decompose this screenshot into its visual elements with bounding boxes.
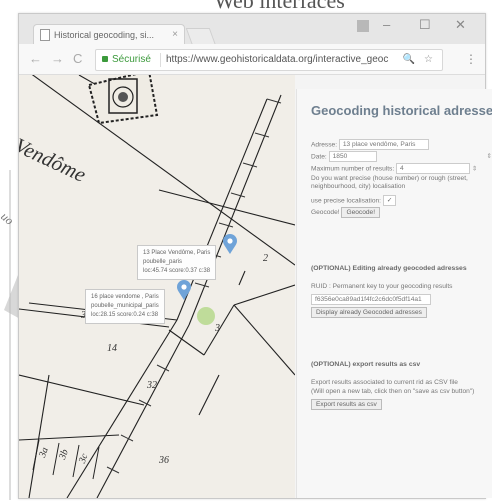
parcel-label: 36 [159, 455, 169, 466]
export-text: (Will open a new tab, click then on "sav… [311, 388, 475, 395]
browser-window: Historical geocoding, si... × – ☐ ✕ ← → … [18, 13, 492, 499]
export-text: Export results associated to current rid… [311, 379, 458, 386]
date-label: Date: [311, 153, 327, 161]
ruid-input[interactable]: f6356e0ca89ad1f4fc2c6dc0f5df14a1 [311, 294, 431, 305]
export-section-title: (OPTIONAL) export results as csv [311, 361, 421, 368]
secure-label: Sécurisé [112, 54, 151, 65]
side-label: uo [0, 209, 16, 227]
divider [160, 53, 161, 67]
page-heading: Web interfaces [214, 0, 345, 13]
ruid-label: RUID : Permanent key to your geocoding r… [311, 283, 453, 290]
lock-icon [102, 56, 108, 62]
back-icon[interactable]: ← [29, 51, 42, 66]
popup-line: poubelle_municipal_paris [91, 303, 159, 309]
display-geocoded-button[interactable]: Display already Geocoded adresses [311, 307, 427, 318]
address-label: Adresse: [311, 141, 338, 149]
precise-label: use precise localisation: [311, 197, 382, 205]
result-popup[interactable]: 16 place vendome , Paris poubelle_munici… [85, 289, 165, 324]
parcel-label: 32 [147, 380, 157, 391]
popup-line: loc:45.74 score:0.37 c:38 [143, 268, 211, 274]
browser-toolbar: ← → C Sécurisé https://www.geohistorical… [19, 44, 485, 75]
close-tab-icon[interactable]: × [172, 25, 178, 45]
page-icon [40, 29, 50, 41]
minimize-icon[interactable]: – [383, 17, 390, 32]
max-results-input[interactable]: 4 [396, 163, 471, 174]
result-popup[interactable]: 13 Place Vendôme, Paris poubelle_paris l… [137, 245, 217, 280]
export-csv-button[interactable]: Export results as csv [311, 399, 382, 410]
date-spinner-icon[interactable]: ⇕ [486, 153, 492, 160]
panel-title: Geocoding historical adresses [311, 103, 492, 118]
page-content: Vendôme 32 31 3 2 3a 3b 14 3c 36 13 Plac… [19, 75, 492, 498]
map-drawing [19, 75, 295, 498]
popup-line: 13 Place Vendôme, Paris [143, 250, 211, 256]
popup-line: 16 place vendome , Paris [91, 294, 159, 300]
close-window-icon[interactable]: ✕ [455, 17, 466, 33]
historical-map[interactable]: Vendôme 32 31 3 2 3a 3b 14 3c 36 13 Plac… [19, 75, 295, 498]
geocode-label: Geocode! [311, 209, 340, 216]
max-results-label: Maximum number of results: [311, 165, 395, 173]
precise-question: Do you want precise (house number) or ro… [311, 175, 468, 190]
reload-icon[interactable]: C [73, 51, 82, 66]
date-input[interactable]: 1850 [328, 151, 377, 162]
omnibox-icons[interactable]: 🔍 ☆ [403, 50, 436, 70]
precise-checkbox[interactable]: ✓ [382, 195, 396, 206]
geocode-button[interactable]: Geocode! [341, 207, 381, 218]
forward-icon[interactable]: → [51, 51, 64, 66]
address-bar[interactable]: Sécurisé https://www.geohistoricaldata.o… [95, 49, 443, 71]
popup-line: poubelle_paris [143, 259, 183, 265]
parcel-label: 3 [215, 323, 220, 334]
address-input[interactable]: 13 place vendôme, Paris [338, 139, 429, 150]
url-text[interactable]: https://www.geohistoricaldata.org/intera… [166, 50, 388, 70]
result-circle[interactable] [197, 307, 215, 325]
maximize-icon[interactable]: ☐ [419, 17, 431, 33]
menu-icon[interactable]: ⋮ [465, 52, 477, 66]
user-icon[interactable] [357, 20, 369, 32]
tab-title: Historical geocoding, si... [54, 30, 155, 40]
parcel-label: 2 [263, 253, 268, 264]
edit-section-title: (OPTIONAL) Editing already geocoded adre… [311, 265, 467, 272]
geocoding-panel: Geocoding historical adresses Adresse: 1… [296, 89, 492, 498]
tab-bar: Historical geocoding, si... × – ☐ ✕ [19, 14, 485, 46]
map-marker-icon[interactable] [223, 234, 237, 254]
map-marker-icon[interactable] [177, 280, 191, 300]
browser-tab[interactable]: Historical geocoding, si... × [33, 24, 185, 44]
max-results-spinner-icon[interactable]: ⇕ [472, 165, 478, 172]
popup-line: loc:28.15 score:0.24 c:38 [91, 312, 159, 318]
parcel-label: 14 [107, 343, 117, 354]
